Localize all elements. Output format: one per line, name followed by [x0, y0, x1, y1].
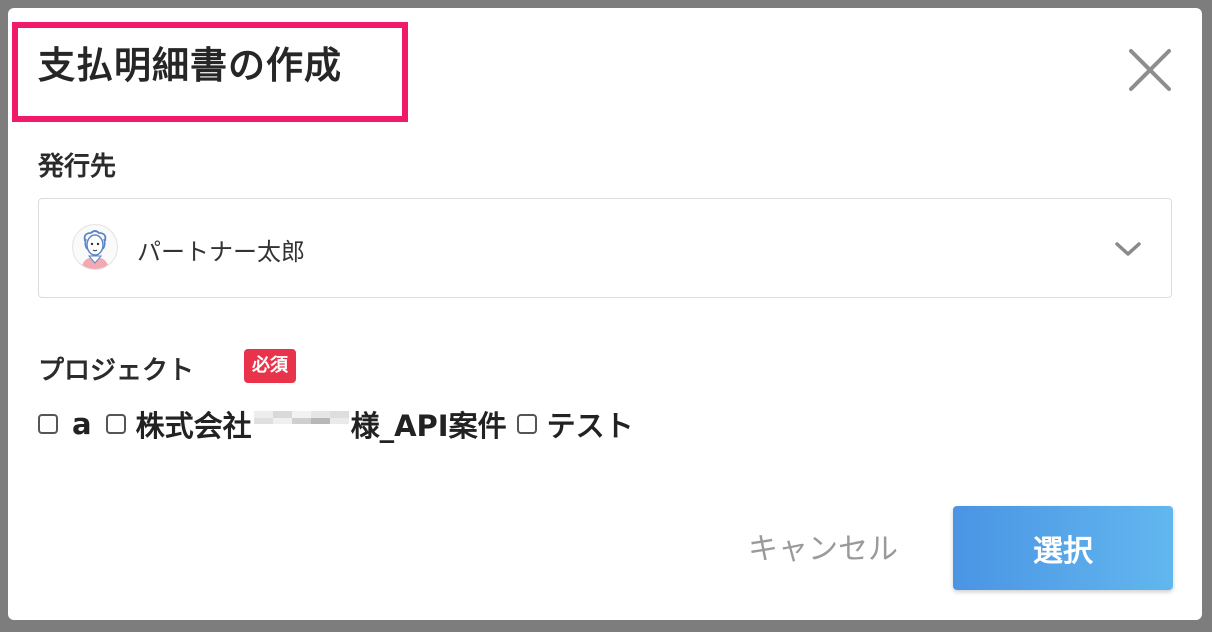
required-badge: 必須 [244, 349, 296, 383]
project-options: a 株式会社 様_API案件 テスト [38, 404, 634, 444]
cancel-button[interactable]: キャンセル [748, 524, 898, 568]
issuer-selected-value: パートナー太郎 [137, 238, 305, 266]
checkbox[interactable] [105, 414, 126, 434]
issuer-select[interactable]: パートナー太郎 [38, 198, 1172, 298]
redacted-mosaic [253, 411, 349, 437]
project-option-label: テスト [546, 409, 634, 443]
close-button[interactable] [1126, 46, 1174, 94]
chevron-down-icon [1115, 242, 1141, 256]
close-icon [1129, 49, 1171, 91]
dialog-title: 支払明細書の作成 [38, 44, 342, 87]
user-avatar-icon [72, 224, 118, 270]
project-option-label: a [72, 407, 92, 441]
issuer-label: 発行先 [38, 152, 117, 182]
project-option-label-suffix: 様_API案件 [350, 409, 507, 443]
checkbox[interactable] [38, 414, 58, 434]
project-option-company[interactable]: 株式会社 様_API案件 [105, 403, 507, 445]
project-label: プロジェクト [38, 356, 195, 386]
project-option-label-prefix: 株式会社 [135, 409, 252, 443]
project-option-a[interactable]: a [38, 407, 92, 441]
select-button[interactable]: 選択 [953, 506, 1173, 590]
checkbox[interactable] [516, 414, 537, 434]
project-option-test[interactable]: テスト [516, 403, 634, 445]
create-payment-statement-dialog: 支払明細書の作成 発行先 パートナー太郎 プロジェクト 必須 a 株式会社 様_… [8, 8, 1202, 620]
